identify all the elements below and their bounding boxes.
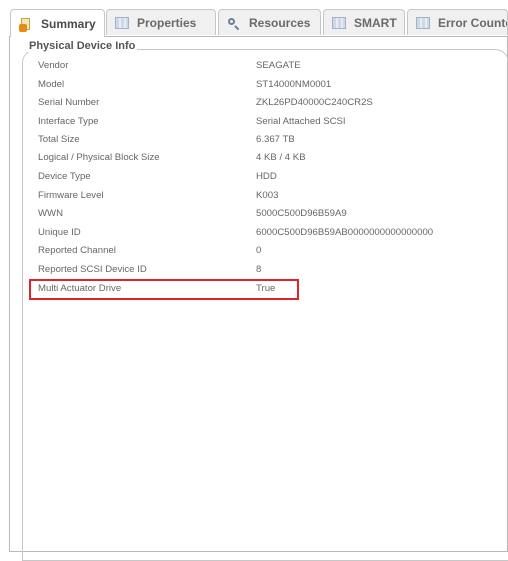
tab-error-counter-label: Error Counter: [438, 15, 507, 30]
tab-summary-label: Summary: [41, 16, 96, 31]
info-key: Serial Number: [38, 97, 100, 108]
search-icon: [227, 17, 241, 30]
info-key: Interface Type: [38, 116, 99, 127]
info-value: K003: [256, 190, 279, 201]
tab-resources-label: Resources: [249, 15, 311, 30]
tab-smart-label: SMART: [354, 15, 397, 30]
info-key: Vendor: [38, 60, 69, 71]
info-key: WWN: [38, 208, 64, 219]
info-key: Firmware Level: [38, 190, 104, 201]
info-value: 4 KB / 4 KB: [256, 152, 306, 163]
tab-resources[interactable]: Resources: [218, 9, 321, 35]
info-key: Model: [38, 79, 65, 90]
info-key: Logical / Physical Block Size: [38, 152, 160, 163]
table-icon: [416, 16, 430, 29]
tab-summary[interactable]: Summary: [10, 9, 105, 37]
info-value: 0: [256, 245, 262, 256]
info-value: 6.367 TB: [256, 134, 295, 145]
table-icon: [332, 16, 346, 29]
section-title: Physical Device Info: [27, 40, 138, 52]
summary-icon: [19, 17, 33, 32]
table-icon: [115, 16, 129, 29]
tab-properties[interactable]: Properties: [106, 9, 216, 35]
info-key: Reported SCSI Device ID: [38, 264, 147, 275]
info-value: 6000C500D96B59AB0000000000000000: [256, 227, 434, 238]
info-key: Device Type: [38, 171, 91, 182]
info-value: 5000C500D96B59A9: [256, 208, 347, 219]
info-key: Reported Channel: [38, 245, 116, 256]
info-value: 8: [256, 264, 262, 275]
info-key: Total Size: [38, 134, 80, 145]
info-value: ZKL26PD40000C240CR2S: [256, 97, 373, 108]
device-details-window: Summary Properties Resources SMART Error…: [0, 0, 508, 561]
tab-smart[interactable]: SMART: [323, 9, 405, 35]
info-value: SEAGATE: [256, 60, 301, 71]
info-value: Serial Attached SCSI: [256, 116, 346, 127]
info-value: HDD: [256, 171, 277, 182]
tab-properties-label: Properties: [137, 15, 197, 30]
highlight-box: [29, 279, 299, 300]
tab-bar: Summary Properties Resources SMART Error…: [10, 9, 508, 37]
tab-error-counter[interactable]: Error Counter: [407, 9, 508, 35]
info-value: ST14000NM0001: [256, 79, 332, 90]
info-key: Unique ID: [38, 227, 81, 238]
